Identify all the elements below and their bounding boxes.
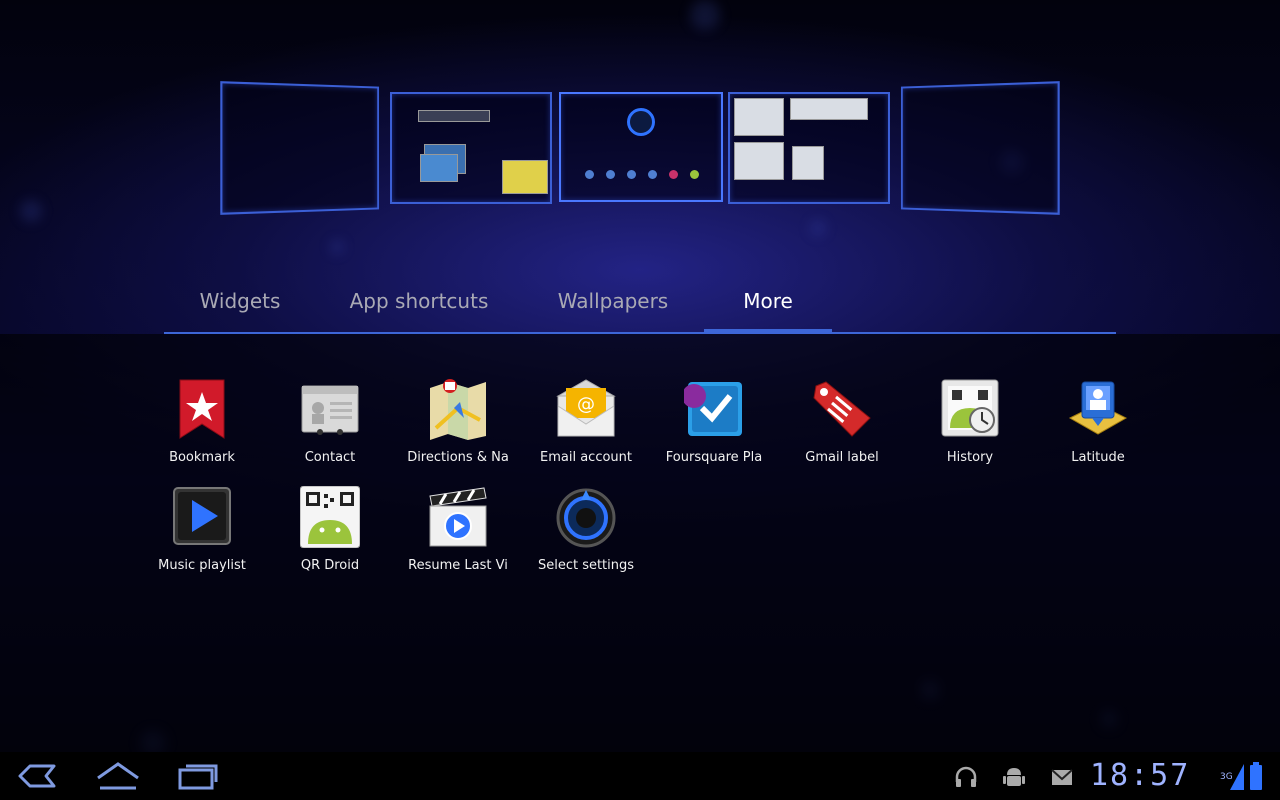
recent-apps-icon[interactable] [174, 760, 222, 792]
shortcut-bookmark[interactable]: Bookmark [138, 372, 266, 472]
shortcut-gmail-label[interactable]: Gmail label [778, 372, 906, 472]
tab-wallpapers[interactable]: Wallpapers [534, 270, 692, 330]
homescreen-preview-3[interactable] [559, 92, 723, 202]
shortcut-label: Contact [304, 450, 356, 465]
clock[interactable]: 18:57 [1090, 758, 1190, 794]
shortcut-select-settings[interactable]: Select settings [522, 480, 650, 580]
directions-icon [430, 379, 486, 440]
battery-icon [1250, 762, 1262, 790]
shortcut-latitude[interactable]: Latitude [1034, 372, 1162, 472]
shortcut-label: Select settings [537, 558, 635, 573]
shortcut-resume-last-video[interactable]: Resume Last Vi [394, 480, 522, 580]
mini-clock-icon [627, 108, 655, 136]
shortcut-contact[interactable]: Contact [266, 372, 394, 472]
tab-app-shortcuts[interactable]: App shortcuts [324, 270, 514, 330]
shortcut-history[interactable]: History [906, 372, 1034, 472]
bookmark-icon [179, 379, 225, 439]
category-tabs: Widgets App shortcuts Wallpapers More [164, 270, 1116, 334]
shortcut-label: Gmail label [805, 450, 879, 465]
svg-text:@: @ [577, 394, 595, 415]
shortcut-email-account[interactable]: @ Email account [522, 372, 650, 472]
signal-icon [1230, 764, 1244, 790]
foursquare-icon [684, 382, 742, 436]
headphones-icon [955, 766, 977, 787]
back-icon[interactable] [14, 760, 62, 792]
shortcut-foursquare[interactable]: Foursquare Pla [650, 372, 778, 472]
shortcut-label: QR Droid [300, 558, 360, 573]
homescreen-preview-4[interactable] [728, 92, 890, 204]
shortcut-directions[interactable]: Directions & Na [394, 372, 522, 472]
latitude-icon [1068, 381, 1128, 435]
shortcut-panel: Bookmark Contact Directions & Na @ Email… [0, 334, 1280, 752]
email-icon: @ [556, 379, 616, 437]
gmail-label-icon [813, 381, 871, 437]
settings-icon [556, 488, 616, 548]
homescreen-preview-1[interactable] [220, 81, 380, 215]
shortcut-label: Foursquare Pla [665, 450, 763, 465]
shortcut-label: Music playlist [158, 558, 246, 573]
shortcut-label: Bookmark [169, 450, 235, 465]
shortcut-qr-droid[interactable]: QR Droid [266, 480, 394, 580]
music-playlist-icon [173, 487, 231, 545]
history-icon [941, 379, 999, 437]
shortcut-label: Email account [540, 450, 632, 465]
shortcut-label: Latitude [1071, 450, 1125, 465]
home-icon[interactable] [94, 760, 142, 792]
android-debug-icon [1003, 768, 1025, 786]
contact-icon [301, 385, 359, 435]
homescreen-previews [0, 80, 1280, 215]
tab-widgets[interactable]: Widgets [164, 270, 316, 330]
shortcut-label: Directions & Na [407, 450, 509, 465]
qr-droid-icon [300, 486, 360, 548]
shortcut-music-playlist[interactable]: Music playlist [138, 480, 266, 580]
gmail-notification-icon [1051, 769, 1073, 785]
homescreen-preview-2[interactable] [390, 92, 552, 204]
system-bar: 18:57 3G [0, 752, 1280, 800]
shortcut-label: Resume Last Vi [408, 558, 508, 573]
homescreen-preview-5[interactable] [900, 81, 1060, 215]
shortcut-label: History [946, 450, 994, 465]
tab-more[interactable]: More [704, 270, 832, 330]
resume-video-icon [429, 487, 487, 547]
